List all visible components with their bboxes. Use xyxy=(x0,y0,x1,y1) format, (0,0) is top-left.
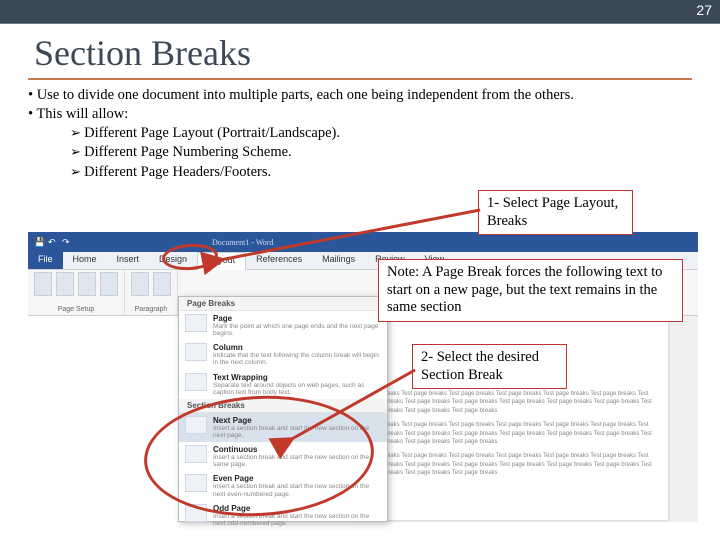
bullet-2: This will allow: xyxy=(28,105,692,124)
callout-1: 1- Select Page Layout, Breaks xyxy=(478,190,633,235)
column-break-icon xyxy=(185,343,207,361)
tab-insert[interactable]: Insert xyxy=(107,252,150,269)
content-area: Use to divide one document into multiple… xyxy=(0,80,720,182)
slide-title: Section Breaks xyxy=(34,32,720,74)
sub-bullet-2: Different Page Numbering Scheme. xyxy=(70,143,692,162)
dropdown-item-column[interactable]: ColumnIndicate that the text following t… xyxy=(179,340,387,369)
dropdown-item-textwrap[interactable]: Text WrappingSeparate text around object… xyxy=(179,370,387,399)
callout-3: 2- Select the desired Section Break xyxy=(412,344,567,389)
save-icon[interactable]: 💾 xyxy=(34,237,44,247)
ribbon-group-paragraph: Paragraph xyxy=(125,270,178,315)
document-title: Document1 - Word xyxy=(212,238,273,247)
textwrap-break-icon xyxy=(185,373,207,391)
tab-file[interactable]: File xyxy=(28,252,63,269)
group-label-2: Paragraph xyxy=(131,306,171,313)
bullet-1: Use to divide one document into multiple… xyxy=(28,86,692,105)
margins-icon[interactable] xyxy=(34,272,52,296)
sample-text: age breaks Test page breaks Test page br… xyxy=(370,390,656,415)
spacing-icon[interactable] xyxy=(153,272,171,296)
indent-icon[interactable] xyxy=(131,272,149,296)
orientation-icon[interactable] xyxy=(56,272,74,296)
arrow-1 xyxy=(210,250,490,275)
top-bar: 27 xyxy=(0,0,720,24)
page-number: 27 xyxy=(696,2,712,18)
ribbon-group-pagesetup: Page Setup xyxy=(28,270,125,315)
sub-bullet-3: Different Page Headers/Footers. xyxy=(70,163,692,182)
columns-icon[interactable] xyxy=(100,272,118,296)
page-break-icon xyxy=(185,314,207,332)
size-icon[interactable] xyxy=(78,272,96,296)
arrow-2 xyxy=(280,420,430,465)
dropdown-header-pagebreaks: Page Breaks xyxy=(179,297,387,311)
group-label-1: Page Setup xyxy=(34,306,118,313)
redo-icon[interactable]: ↷ xyxy=(62,237,72,247)
quick-access-toolbar: 💾 ↶ ↷ xyxy=(28,237,72,247)
sub-bullet-1: Different Page Layout (Portrait/Landscap… xyxy=(70,124,692,143)
tab-home[interactable]: Home xyxy=(63,252,107,269)
dropdown-item-page[interactable]: PageMark the point at which one page end… xyxy=(179,311,387,340)
undo-icon[interactable]: ↶ xyxy=(48,237,58,247)
